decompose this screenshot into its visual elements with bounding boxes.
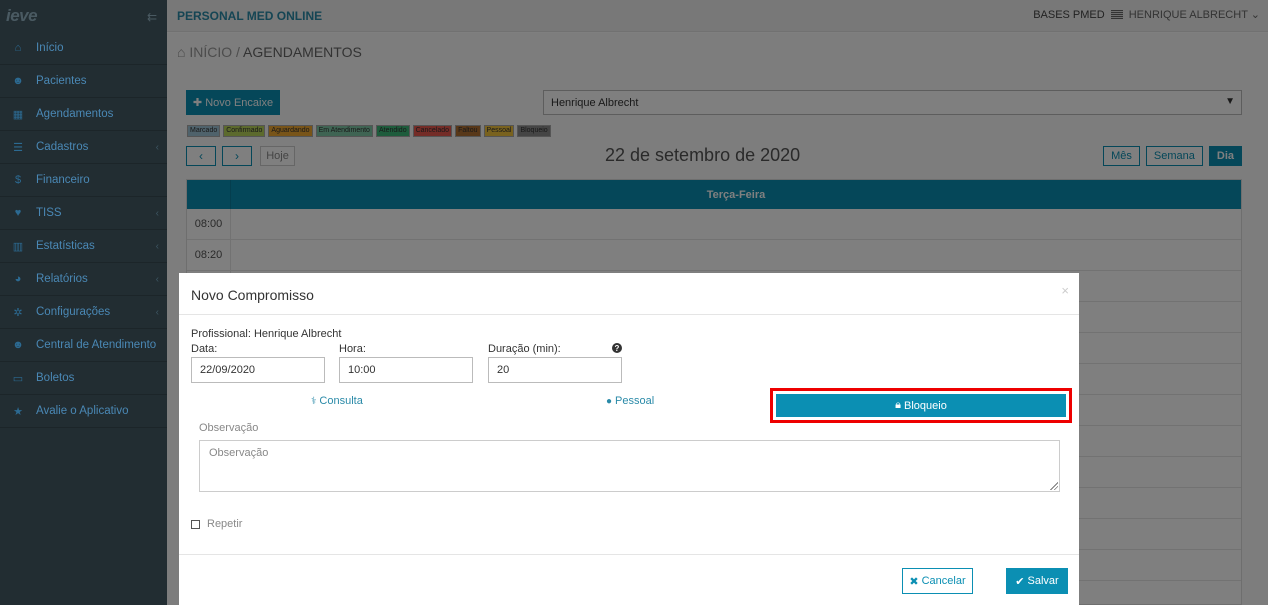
sidebar-item-label: Estatísticas	[36, 240, 95, 252]
sidebar-item-tiss[interactable]: ♥ TISS ‹	[0, 197, 167, 230]
sidebar-item-label: Central de Atendimento	[36, 339, 157, 351]
highlight-frame: 🔒︎ Bloqueio	[770, 388, 1072, 423]
sidebar-item-financeiro[interactable]: $ Financeiro	[0, 164, 167, 197]
type-bloqueio-label: Bloqueio	[904, 399, 947, 412]
heart-icon: ♥	[14, 207, 22, 219]
chevron-left-icon: ‹	[155, 273, 159, 285]
sidebar: ieve ⇇ ⌂ Início ☻ Pacientes ▦ Agendamentos …	[0, 0, 167, 605]
cancel-button[interactable]: ✖ Cancelar	[902, 568, 973, 594]
sidebar-item-label: Relatórios	[36, 273, 88, 285]
calendar-icon: ▦	[12, 108, 24, 121]
users-icon: ☻	[12, 339, 24, 351]
modal-title: Novo Compromisso	[191, 287, 314, 303]
chevron-left-icon: ‹	[155, 306, 159, 318]
observation-label: Observação	[199, 422, 259, 434]
time-label: Hora:	[339, 343, 366, 355]
save-button[interactable]: ✔ Salvar	[1006, 568, 1068, 594]
sidebar-item-agendamentos[interactable]: ▦ Agendamentos	[0, 98, 167, 131]
times-icon: ✖	[909, 575, 919, 588]
sidebar-item-label: Configurações	[36, 306, 111, 318]
close-icon[interactable]: ×	[1061, 283, 1069, 298]
help-icon[interactable]: ?	[612, 343, 622, 353]
chevron-left-icon: ‹	[155, 141, 159, 153]
sidebar-item-label: Financeiro	[36, 174, 90, 186]
sidebar-item-inicio[interactable]: ⌂ Início	[0, 32, 167, 65]
user-icon: ●	[606, 395, 613, 407]
resize-handle-icon[interactable]	[1050, 482, 1058, 490]
sidebar-item-label: TISS	[36, 207, 62, 219]
save-label: Salvar	[1027, 575, 1059, 587]
type-consulta-label: Consulta	[319, 395, 363, 407]
list-icon: ☰	[13, 141, 23, 154]
repeat-label: Repetir	[207, 518, 243, 530]
duration-label: Duração (min):	[488, 343, 561, 355]
home-icon: ⌂	[14, 42, 22, 54]
type-consulta-tab[interactable]: ⚕ Consulta	[311, 395, 363, 407]
money-icon: ▭	[12, 372, 24, 385]
duration-input[interactable]: 20	[488, 357, 622, 383]
brand: ieve ⇇	[0, 0, 167, 32]
new-appointment-modal: Novo Compromisso × Profissional: Henriqu…	[179, 273, 1079, 605]
dollar-icon: $	[14, 174, 22, 186]
sidebar-item-relatorios[interactable]: ◕ Relatórios ‹	[0, 263, 167, 296]
gear-icon: ✲	[13, 306, 23, 319]
chevron-left-icon: ‹	[155, 207, 159, 219]
sidebar-item-label: Agendamentos	[36, 108, 114, 120]
chevron-left-icon: ‹	[155, 240, 159, 252]
date-input[interactable]: 22/09/2020	[191, 357, 325, 383]
collapse-sidebar-icon[interactable]: ⇇	[147, 10, 157, 24]
logo: ieve	[6, 6, 38, 25]
sidebar-item-avalie[interactable]: ★ Avalie o Aplicativo	[0, 395, 167, 428]
users-icon: ☻	[12, 75, 24, 87]
modal-header: Novo Compromisso ×	[179, 273, 1079, 315]
sidebar-item-label: Cadastros	[36, 141, 89, 153]
observation-textarea[interactable]: Observação	[199, 440, 1060, 492]
cancel-label: Cancelar	[921, 575, 966, 587]
star-icon: ★	[13, 405, 23, 418]
sidebar-item-cadastros[interactable]: ☰ Cadastros ‹	[0, 131, 167, 164]
type-pessoal-label: Pessoal	[615, 395, 655, 407]
sidebar-item-label: Início	[36, 42, 64, 54]
time-input[interactable]: 10:00	[339, 357, 473, 383]
sidebar-item-configuracoes[interactable]: ✲ Configurações ‹	[0, 296, 167, 329]
sidebar-item-pacientes[interactable]: ☻ Pacientes	[0, 65, 167, 98]
pie-chart-icon: ◕	[14, 273, 22, 285]
repeat-checkbox[interactable]	[191, 519, 200, 529]
observation-placeholder: Observação	[209, 447, 269, 459]
lock-icon: 🔒︎	[895, 399, 902, 411]
sidebar-item-label: Pacientes	[36, 75, 87, 87]
modal-footer: ✖ Cancelar ✔ Salvar	[179, 554, 1079, 605]
user-md-icon: ⚕	[311, 395, 317, 407]
type-pessoal-tab[interactable]: ● Pessoal	[606, 395, 654, 407]
type-bloqueio-tab[interactable]: 🔒︎ Bloqueio	[776, 394, 1066, 417]
professional-label: Profissional: Henrique Albrecht	[191, 328, 342, 340]
sidebar-item-boletos[interactable]: ▭ Boletos	[0, 362, 167, 395]
sidebar-item-label: Avalie o Aplicativo	[36, 405, 129, 417]
sidebar-item-estatisticas[interactable]: ▥ Estatísticas ‹	[0, 230, 167, 263]
sidebar-item-central-atendimento[interactable]: ☻ Central de Atendimento	[0, 329, 167, 362]
check-icon: ✔	[1015, 575, 1025, 588]
sidebar-item-label: Boletos	[36, 372, 75, 384]
repeat-option[interactable]: Repetir	[191, 518, 242, 530]
date-label: Data:	[191, 343, 218, 355]
bar-chart-icon: ▥	[12, 240, 24, 253]
